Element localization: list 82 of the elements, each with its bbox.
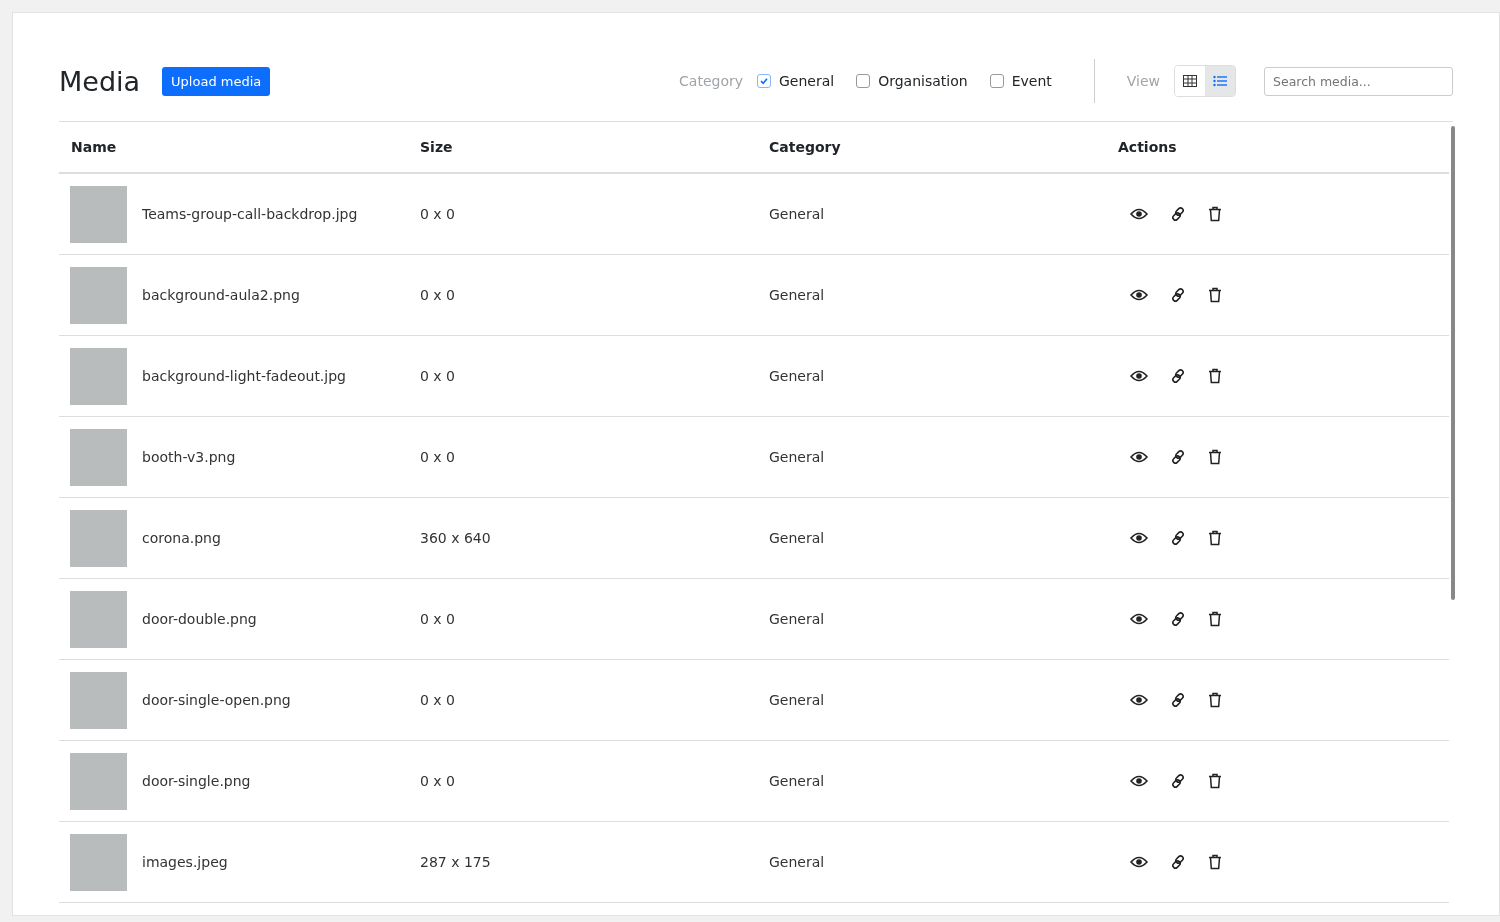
image-thumbnail [70,752,127,810]
size-cell: 0 x 0 [420,368,455,384]
view-icon[interactable] [1130,289,1148,301]
size-cell: 0 x 0 [420,206,455,222]
category-cell: General [769,368,825,384]
size-cell: 360 x 640 [420,530,491,546]
link-icon[interactable] [1170,773,1186,789]
checkbox[interactable] [989,74,1004,88]
link-icon[interactable] [1170,530,1186,546]
list-icon [1213,75,1227,87]
column-header: Category [768,139,842,155]
category-cell: General [769,773,825,789]
trash-icon[interactable] [1208,611,1222,627]
category-cell: General [769,206,825,222]
column-header: Size [419,139,454,155]
category-cell: General [769,287,825,303]
search-field[interactable]: Search media... [1264,66,1453,96]
size-cell: 0 x 0 [420,449,455,465]
image-thumbnail [70,185,127,243]
file-name: door-double.png [142,611,257,627]
view-icon[interactable] [1130,694,1148,706]
category-cell: General [769,530,825,546]
size-cell: 0 x 0 [420,773,455,789]
image-thumbnail [70,266,127,324]
link-icon[interactable] [1170,611,1186,627]
size-cell: 287 x 175 [420,854,491,870]
size-cell: 0 x 0 [420,287,455,303]
link-icon[interactable] [1170,206,1186,222]
category-checkbox[interactable]: General [757,73,835,89]
trash-icon[interactable] [1208,449,1222,465]
file-name: corona.png [142,530,221,546]
view-icon[interactable] [1130,775,1148,787]
view-label: View [1126,73,1160,89]
checkmark-icon [759,76,769,86]
link-icon[interactable] [1170,854,1186,870]
view-icon[interactable] [1130,532,1148,544]
view-icon[interactable] [1130,613,1148,625]
category-cell: General [769,449,825,465]
image-thumbnail [70,428,127,486]
view-icon[interactable] [1130,451,1148,463]
trash-icon[interactable] [1208,773,1222,789]
file-name: Teams-group-call-backdrop.jpg [142,206,358,222]
trash-icon[interactable] [1208,530,1222,546]
checkbox[interactable] [856,74,871,88]
size-cell: 0 x 0 [420,611,455,627]
trash-icon[interactable] [1208,287,1222,303]
size-cell: 0 x 0 [420,692,455,708]
grid-icon [1183,75,1197,87]
checkbox[interactable] [757,74,771,88]
upload-media-button[interactable]: Upload media [162,66,271,96]
link-icon[interactable] [1170,368,1186,384]
trash-icon[interactable] [1208,368,1222,384]
category-checkbox[interactable]: Event [989,73,1052,89]
category-cell: General [769,692,825,708]
link-icon[interactable] [1170,449,1186,465]
category-cell: General [769,611,825,627]
link-icon[interactable] [1170,692,1186,708]
file-name: background-aula2.png [142,287,300,303]
scrollbar[interactable] [1451,126,1455,600]
file-name: images.jpeg [142,854,228,870]
image-thumbnail [70,671,127,729]
link-icon[interactable] [1170,287,1186,303]
category-checkbox[interactable]: Organisation [856,73,968,89]
view-icon[interactable] [1130,856,1148,868]
image-thumbnail [70,509,127,567]
column-header: Name [70,139,118,155]
image-thumbnail [70,347,127,405]
file-name: door-single-open.png [142,692,291,708]
file-name: background-light-fadeout.jpg [142,368,346,384]
view-icon[interactable] [1130,370,1148,382]
trash-icon[interactable] [1208,854,1222,870]
category-label: Category [679,73,743,89]
file-name: booth-v3.png [142,449,236,465]
column-header: Actions [1117,139,1178,155]
file-name: door-single.png [142,773,251,789]
image-thumbnail [70,590,127,648]
view-icon[interactable] [1130,208,1148,220]
image-thumbnail [70,833,127,891]
trash-icon[interactable] [1208,692,1222,708]
trash-icon[interactable] [1208,206,1222,222]
category-cell: General [769,854,825,870]
page-title: Media [59,65,141,97]
